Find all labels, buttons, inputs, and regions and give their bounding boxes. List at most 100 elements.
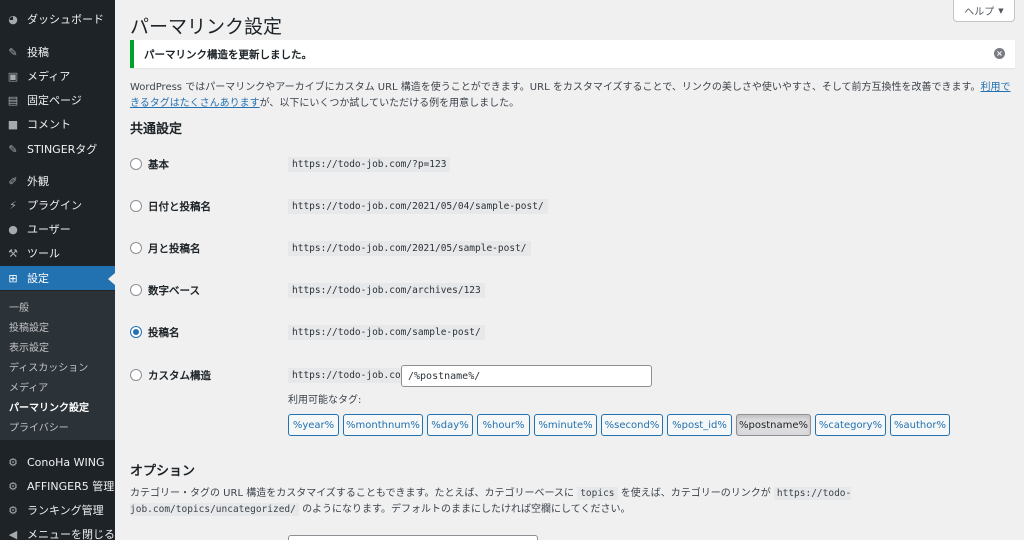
help-label: ヘルプ — [964, 7, 995, 18]
tag-button-author[interactable]: %author% — [890, 414, 950, 436]
brush-icon: ✐ — [8, 174, 18, 188]
option-post-name[interactable]: 投稿名 — [130, 323, 180, 341]
success-notice: パーマリンク構造を更新しました。 × — [130, 40, 1015, 68]
sidebar-item-dashboard[interactable]: ◕ ダッシュボード — [0, 7, 115, 31]
radio-day-name[interactable] — [130, 200, 142, 212]
radio-custom-structure[interactable] — [130, 369, 142, 381]
example-url: https://todo-job.com/?p=123 — [288, 157, 451, 172]
available-tags-label: 利用可能なタグ: — [288, 395, 362, 406]
sidebar-item-label: コメント — [27, 118, 71, 131]
submenu-item-permalinks[interactable]: パーマリンク設定 — [9, 399, 89, 414]
radio-post-name[interactable] — [130, 326, 142, 338]
pin-icon: ✎ — [8, 45, 18, 59]
custom-structure-input[interactable] — [401, 365, 652, 387]
tag-button-post-id[interactable]: %post_id% — [667, 414, 732, 436]
intro-text: WordPress ではパーマリンクやアーカイブにカスタム URL 構造を使うこ… — [130, 80, 1015, 112]
option-label: 月と投稿名 — [148, 242, 201, 255]
collapse-menu-button[interactable]: ◀ メニューを閉じる — [0, 522, 115, 540]
sidebar-item-affinger5[interactable]: ⚙ AFFINGER5 管理 — [0, 474, 115, 498]
options-description: カテゴリー・タグの URL 構造をカスタマイズすることもできます。たとえば、カテ… — [130, 486, 1015, 518]
dismiss-icon[interactable]: × — [994, 48, 1005, 59]
sidebar-item-label: 固定ページ — [27, 94, 82, 107]
options-title: オプション — [130, 464, 196, 479]
sidebar-item-label: プラグイン — [27, 199, 82, 212]
sidebar-item-comments[interactable]: ■ コメント — [0, 112, 115, 136]
category-base-input[interactable] — [288, 535, 538, 540]
custom-base-url: https://todo-job.com — [288, 368, 411, 383]
submenu-item-reading[interactable]: 表示設定 — [9, 339, 49, 354]
sidebar-item-users[interactable]: ● ユーザー — [0, 217, 115, 241]
common-settings-title: 共通設定 — [130, 122, 183, 137]
settings-submenu: 一般 投稿設定 表示設定 ディスカッション メディア パーマリンク設定 プライバ… — [0, 291, 115, 440]
admin-sidebar: ◕ ダッシュボード ✎ 投稿 ▣ メディア ▤ 固定ページ ■ コメント ✎ S… — [0, 0, 115, 540]
chevron-down-icon: ▼ — [998, 6, 1004, 15]
radio-numeric[interactable] — [130, 284, 142, 296]
sidebar-item-posts[interactable]: ✎ 投稿 — [0, 40, 115, 64]
sidebar-item-label: 設定 — [27, 272, 49, 285]
sidebar-item-pages[interactable]: ▤ 固定ページ — [0, 88, 115, 112]
tag-button-category[interactable]: %category% — [815, 414, 886, 436]
sidebar-item-label: メディア — [27, 70, 71, 83]
tag-button-day[interactable]: %day% — [427, 414, 473, 436]
option-label: 投稿名 — [148, 326, 180, 339]
sidebar-item-appearance[interactable]: ✐ 外観 — [0, 169, 115, 193]
option-day-name[interactable]: 日付と投稿名 — [130, 197, 211, 215]
plugin-icon: ⚡ — [9, 198, 17, 212]
radio-month-name[interactable] — [130, 242, 142, 254]
media-icon: ▣ — [7, 69, 19, 83]
option-label: 数字ベース — [148, 284, 200, 297]
settings-icon: ⊞ — [8, 271, 18, 285]
sidebar-item-label: ツール — [27, 247, 60, 260]
sidebar-item-label: AFFINGER5 管理 — [27, 480, 115, 493]
options-desc-part: カテゴリー・タグの URL 構造をカスタマイズすることもできます。たとえば、カテ… — [130, 488, 574, 499]
tag-button-minute[interactable]: %minute% — [534, 414, 597, 436]
gear-icon: ⚙ — [8, 479, 18, 493]
sidebar-item-tools[interactable]: ⚒ ツール — [0, 241, 115, 265]
sidebar-item-label: ConoHa WING — [27, 455, 105, 469]
sidebar-item-label: STINGERタグ — [27, 143, 98, 156]
example-url: https://todo-job.com/sample-post/ — [288, 325, 485, 340]
sidebar-item-label: メニューを閉じる — [27, 528, 115, 540]
help-button[interactable]: ヘルプ ▼ — [953, 0, 1015, 22]
submenu-item-media[interactable]: メディア — [9, 379, 48, 394]
submenu-item-writing[interactable]: 投稿設定 — [9, 319, 49, 334]
example-url: https://todo-job.com/2021/05/04/sample-p… — [288, 199, 548, 214]
option-month-name[interactable]: 月と投稿名 — [130, 239, 201, 257]
option-custom-structure[interactable]: カスタム構造 — [130, 366, 211, 384]
example-url: https://todo-job.com/archives/123 — [288, 283, 485, 298]
option-numeric[interactable]: 数字ベース — [130, 281, 200, 299]
sidebar-item-label: 投稿 — [27, 46, 49, 59]
option-label: 基本 — [148, 158, 169, 171]
sidebar-item-settings[interactable]: ⊞ 設定 — [0, 266, 115, 290]
tag-button-postname[interactable]: %postname% — [736, 414, 811, 436]
tag-button-monthnum[interactable]: %monthnum% — [343, 414, 423, 436]
sidebar-item-plugins[interactable]: ⚡ プラグイン — [0, 193, 115, 217]
sidebar-item-media[interactable]: ▣ メディア — [0, 64, 115, 88]
radio-plain[interactable] — [130, 158, 142, 170]
notice-text: パーマリンク構造を更新しました。 — [144, 48, 312, 61]
sidebar-item-label: 外観 — [27, 175, 49, 188]
tag-button-second[interactable]: %second% — [601, 414, 663, 436]
option-label: カスタム構造 — [148, 369, 211, 382]
submenu-item-privacy[interactable]: プライバシー — [9, 419, 69, 434]
sidebar-item-ranking[interactable]: ⚙ ランキング管理 — [0, 498, 115, 522]
user-icon: ● — [8, 222, 18, 236]
sidebar-item-stinger-tags[interactable]: ✎ STINGERタグ — [0, 137, 115, 161]
tag-button-hour[interactable]: %hour% — [477, 414, 530, 436]
option-label: 日付と投稿名 — [148, 200, 211, 213]
intro-text-after: が、以下にいくつか試していただける例を用意しました。 — [259, 98, 520, 109]
dashboard-icon: ◕ — [8, 12, 18, 26]
collapse-icon: ◀ — [8, 527, 18, 540]
option-plain[interactable]: 基本 — [130, 155, 169, 173]
sidebar-item-conoha-wing[interactable]: ⚙ ConoHa WING — [0, 450, 115, 474]
page-icon: ▤ — [7, 93, 19, 107]
tag-button-year[interactable]: %year% — [288, 414, 339, 436]
pin-icon: ✎ — [8, 142, 18, 156]
submenu-item-discussion[interactable]: ディスカッション — [9, 359, 88, 374]
submenu-item-general[interactable]: 一般 — [9, 299, 29, 314]
comment-icon: ■ — [7, 117, 19, 131]
options-desc-part: のようになります。デフォルトのままにしたければ空欄にしてください。 — [302, 504, 631, 515]
gear-icon: ⚙ — [8, 455, 18, 469]
page-title: パーマリンク設定 — [130, 16, 283, 38]
example-url: https://todo-job.com/2021/05/sample-post… — [288, 241, 531, 256]
